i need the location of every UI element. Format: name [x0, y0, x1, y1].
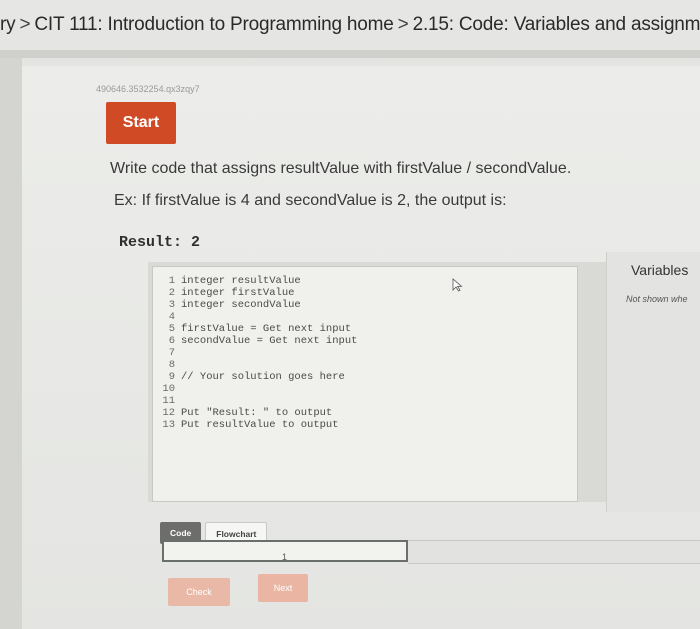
- left-gutter: [0, 58, 22, 629]
- line-number: 2: [168, 287, 175, 299]
- line-number: 10: [162, 383, 175, 395]
- activity-id: 490646.3532254.qx3zqy7: [96, 84, 200, 94]
- breadcrumb-item-parent[interactable]: ry: [0, 14, 16, 36]
- line-number: 9: [168, 371, 175, 383]
- code-line: 2 integer firstValue: [161, 287, 577, 299]
- code-lines: 1 integer resultValue 2 integer firstValue 3…: [161, 275, 577, 431]
- breadcrumb: ry > CIT 111: Introduction to Programming …: [0, 14, 700, 50]
- code-line: 11: [161, 395, 577, 407]
- variables-panel: [606, 252, 700, 512]
- line-number: 8: [168, 359, 175, 371]
- instruction-text: Write code that assigns resultValue with…: [110, 160, 572, 177]
- page: ry > CIT 111: Introduction to Programming …: [0, 0, 700, 629]
- code-line: 7: [161, 347, 577, 359]
- line-number: 11: [162, 395, 175, 407]
- line-number: 13: [162, 419, 175, 431]
- code-line: 12 Put "Result: " to output: [161, 407, 577, 419]
- line-number: 1: [168, 275, 175, 287]
- breadcrumb-separator: >: [19, 14, 31, 35]
- variables-title: Variables: [631, 262, 689, 278]
- code-line: 6 secondValue = Get next input: [161, 335, 577, 347]
- code-line: 13 Put resultValue to output: [161, 419, 577, 431]
- next-button[interactable]: Next: [258, 574, 308, 602]
- code-text: secondValue = Get next input: [181, 335, 358, 347]
- code-line: 3 integer secondValue: [161, 299, 577, 311]
- line-number: 4: [168, 311, 175, 323]
- line-number: 5: [168, 323, 175, 335]
- progress-step-number: 1: [282, 552, 288, 562]
- code-line: 4: [161, 311, 577, 323]
- code-text: // Your solution goes here: [181, 371, 345, 383]
- code-text: integer firstValue: [181, 287, 295, 299]
- code-line: 5 firstValue = Get next input: [161, 323, 577, 335]
- code-text: integer secondValue: [181, 299, 301, 311]
- example-text: Ex: If firstValue is 4 and secondValue i…: [114, 192, 507, 209]
- mouse-cursor-icon: [452, 278, 463, 292]
- line-number: 12: [162, 407, 175, 419]
- code-editor[interactable]: 1 integer resultValue 2 integer firstValue 3…: [152, 266, 578, 502]
- line-number: 7: [168, 347, 175, 359]
- code-line: 10: [161, 383, 577, 395]
- breadcrumb-item-course[interactable]: CIT 111: Introduction to Programming hom…: [34, 14, 394, 36]
- code-line: 8: [161, 359, 577, 371]
- header-divider: [0, 50, 700, 58]
- code-text: Put resultValue to output: [181, 419, 339, 431]
- breadcrumb-item-section: 2.15: Code: Variables and assignments: [412, 14, 700, 35]
- breadcrumb-separator: >: [397, 14, 409, 35]
- check-button[interactable]: Check: [168, 578, 230, 606]
- code-text: Put "Result: " to output: [181, 407, 333, 419]
- line-number: 3: [168, 299, 175, 311]
- code-text: firstValue = Get next input: [181, 323, 352, 335]
- code-line: 9 // Your solution goes here: [161, 371, 577, 383]
- expected-result: Result: 2: [119, 234, 201, 251]
- line-number: 6: [168, 335, 175, 347]
- variables-note: Not shown whe: [626, 294, 688, 304]
- start-button[interactable]: Start: [106, 102, 176, 144]
- code-text: integer resultValue: [181, 275, 301, 287]
- progress-track: [408, 540, 700, 564]
- code-line: 1 integer resultValue: [161, 275, 577, 287]
